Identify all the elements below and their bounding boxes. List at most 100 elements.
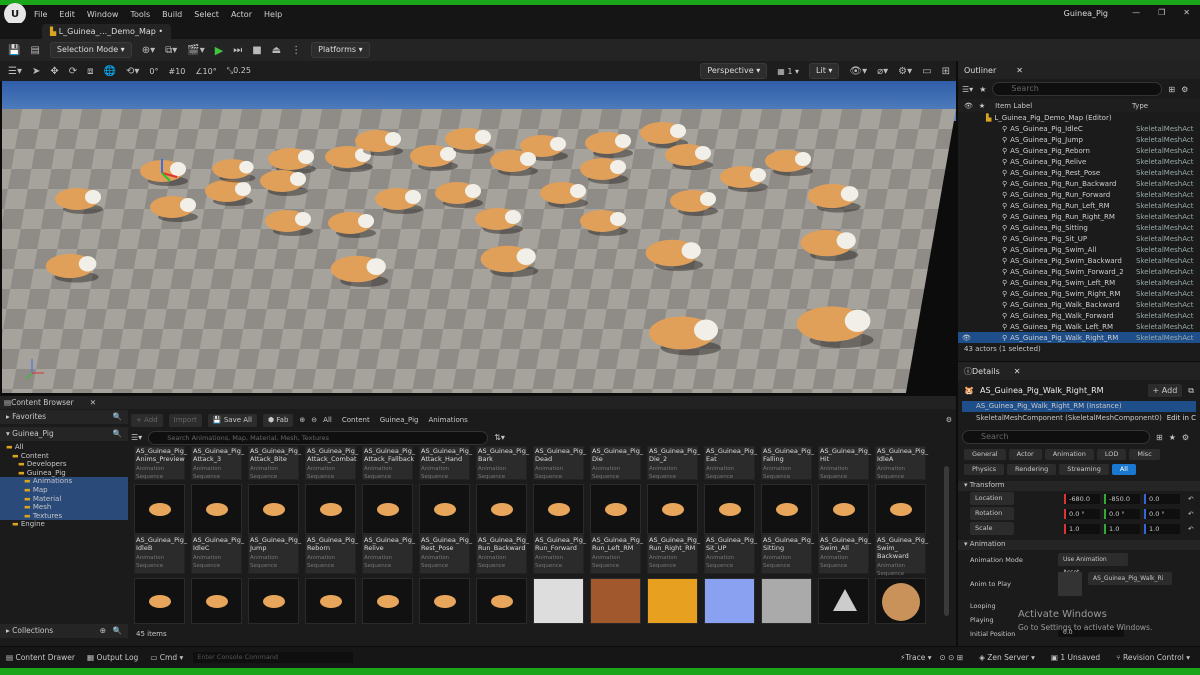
asset-thumbnail[interactable] [476,578,527,624]
cb-scrollbar[interactable] [944,466,949,616]
details-tab-actor[interactable]: Actor [1008,449,1042,460]
cb-search2-icon[interactable]: 🔍 [113,427,122,441]
asset-thumbnail[interactable] [305,484,356,534]
anim-thumbnail[interactable] [1058,572,1082,596]
details-tab-rendering[interactable]: Rendering [1007,464,1057,475]
rotation-field[interactable]: 0.0 ° [1104,508,1140,519]
breadcrumb-guinea_pig[interactable]: Guinea_Pig [380,416,419,424]
step-icon[interactable]: ⏭ [233,45,242,56]
outliner-row[interactable]: ⚲ AS_Guinea_Pig_Walk_Forward SkeletalMeshA… [958,310,1200,321]
outliner-row[interactable]: ⚲ AS_Guinea_Pig_Swim_Left_RM SkeletalMeshA… [958,277,1200,288]
details-close-icon[interactable]: ✕ [1014,367,1021,376]
outliner-row[interactable]: ⚲ AS_Guinea_Pig_Run_Right_RM SkeletalMeshA… [958,211,1200,222]
add-actor-icon[interactable]: ⊕▾ [142,45,155,56]
menu-edit[interactable]: Edit [59,10,75,19]
details-tab-streaming[interactable]: Streaming [1059,464,1109,475]
minimize-icon[interactable]: — [1132,8,1140,17]
asset-thumbnail[interactable] [590,484,641,534]
details-settings-icon[interactable]: ⚙ [1182,433,1189,442]
location-field[interactable]: -680.0 [1064,493,1100,504]
content-icon[interactable]: ▤ [30,45,39,56]
folder-map[interactable]: ▬ Map [0,485,128,495]
details-tab-lod[interactable]: LOD [1096,449,1127,460]
snap-rot-value[interactable]: 0° [149,67,158,76]
add-collection-icon[interactable]: ⊕ [100,624,106,638]
asset-thumbnail[interactable] [761,484,812,534]
collections-section[interactable]: ▸ Collections ⊕ 🔍 [0,624,128,638]
settings-icon[interactable]: ⚙▾ [898,66,912,77]
lit-button[interactable]: Lit ▾ [809,63,840,79]
trace-button[interactable]: ⚡Trace ▾ [900,653,931,662]
folder-developers[interactable]: ▬ Developers [0,460,128,469]
selection-mode-button[interactable]: Selection Mode ▾ [49,42,132,58]
fav-icon[interactable]: ★ [1169,433,1176,442]
revision-control-button[interactable]: ⑂ Revision Control ▾ [1116,653,1190,662]
cb-add-button[interactable]: + Add [131,413,163,427]
forward-icon[interactable]: ⊖ [311,416,317,424]
rot-snap-value[interactable]: ∠10° [195,67,216,76]
cb-filter-icon[interactable]: ☰▾ [131,433,142,442]
unreal-logo-icon[interactable]: U [4,3,26,25]
asset-thumbnail[interactable] [134,484,185,534]
save-all-button[interactable]: 💾 Save All [207,413,257,427]
save-icon[interactable]: 💾 [8,45,20,56]
outliner-row[interactable]: ⚲ AS_Guinea_Pig_Walk_Backward SkeletalMesh… [958,299,1200,310]
eye-icon[interactable]: 👁 [964,102,973,110]
outliner-row[interactable]: 👁 ⚲ AS_Guinea_Pig_Walk_Right_RM SkeletalMes… [958,332,1200,343]
level-viewport[interactable] [2,81,956,393]
outliner-row[interactable]: ⚲ AS_Guinea_Pig_Swim_All SkeletalMeshAct [958,244,1200,255]
asset-thumbnail[interactable] [704,484,755,534]
favorites-section[interactable]: ▸ Favorites 🔍 [0,410,128,424]
outliner-row[interactable]: ⚲ AS_Guinea_Pig_Sit_UP SkeletalMeshAct [958,233,1200,244]
outliner-row[interactable]: ⚲ AS_Guinea_Pig_IdleC SkeletalMeshAct [958,123,1200,134]
map-tab[interactable]: ▙ L_Guinea_..._Demo_Map • [42,24,172,39]
asset-thumbnail[interactable] [362,578,413,624]
breadcrumb-all[interactable]: All [323,416,332,424]
performance-icon[interactable]: ⌀▾ [877,66,888,77]
console-input[interactable]: Enter Console Command [193,652,354,663]
animation-section[interactable]: ▾ Animation [958,540,1200,550]
zen-server-button[interactable]: ◈ Zen Server ▾ [979,653,1035,662]
cb-close-icon[interactable]: ✕ [90,398,96,407]
menu-window[interactable]: Window [87,10,119,19]
outliner-close-icon[interactable]: ✕ [1016,66,1023,75]
menu-tools[interactable]: Tools [130,10,150,19]
asset-thumbnail[interactable] [533,484,584,534]
star-icon[interactable]: ★ [979,85,986,94]
asset-thumbnail[interactable] [704,578,755,624]
scale-snap-value[interactable]: ⤡0.25 [227,66,251,76]
asset-thumbnail[interactable] [419,578,470,624]
details-tab-all[interactable]: All [1111,464,1136,475]
details-tab-animation[interactable]: Animation [1044,449,1094,460]
breadcrumb-content[interactable]: Content [342,416,370,424]
asset-thumbnail[interactable] [191,484,242,534]
asset-thumbnail[interactable] [647,484,698,534]
derived-data-icon[interactable]: ⊙ ⊙ ⊞ [939,653,963,662]
rotation-label[interactable]: Rotation [970,507,1014,520]
folder-content[interactable]: ▬ Content [0,452,128,461]
asset-thumbnail[interactable] [248,578,299,624]
surface-snap-icon[interactable]: ⟲▾ [126,66,139,77]
cmd-button[interactable]: ▭ Cmd ▾ [150,653,183,662]
asset-thumbnail[interactable] [875,484,926,534]
scale-field[interactable]: 1.0 [1144,523,1180,534]
layout-icon[interactable]: ▭ [922,66,931,77]
outliner-row[interactable]: ⚲ AS_Guinea_Pig_Reborn SkeletalMeshAct [958,145,1200,156]
folder-all[interactable]: ▬ All [0,443,128,452]
project-section[interactable]: ▾ Guinea_Pig 🔍 [0,427,128,441]
stop-icon[interactable]: ■ [252,45,261,56]
instance-row[interactable]: AS_Guinea_Pig_Walk_Right_RM (Instance) [962,401,1196,412]
outliner-row[interactable]: ⚲ AS_Guinea_Pig_Sitting SkeletalMeshAct [958,222,1200,233]
world-icon[interactable]: 🌐 [104,66,116,77]
perspective-button[interactable]: Perspective ▾ [700,63,768,79]
blueprint-icon[interactable]: ⧉ [1188,386,1194,396]
show-icon[interactable]: 👁▾ [849,66,867,77]
cinematics-icon[interactable]: 🎬▾ [187,45,204,56]
location-field[interactable]: 0.0 [1144,493,1180,504]
outliner-row[interactable]: ⚲ AS_Guinea_Pig_Run_Left_RM SkeletalMeshAc… [958,200,1200,211]
asset-thumbnail[interactable] [761,578,812,624]
viewport-menu-icon[interactable]: ☰▾ [8,66,22,77]
outliner-row[interactable]: ⚲ AS_Guinea_Pig_Swim_Forward_2 SkeletalMes… [958,266,1200,277]
asset-thumbnail[interactable] [248,484,299,534]
rotation-field[interactable]: 0.0 ° [1064,508,1100,519]
